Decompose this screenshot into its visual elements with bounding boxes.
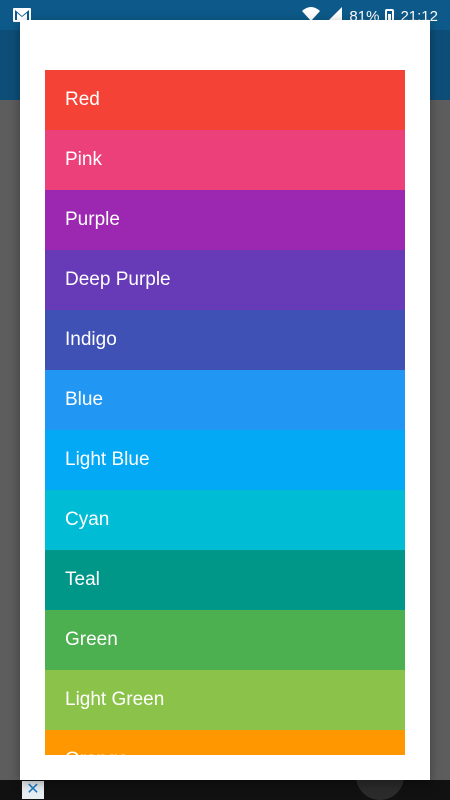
color-option-label: Blue bbox=[65, 389, 104, 410]
color-option-purple[interactable]: Purple bbox=[45, 190, 405, 250]
color-option-orange[interactable]: Orange bbox=[45, 730, 405, 755]
color-option-light-green[interactable]: Light Green bbox=[45, 670, 405, 730]
color-list[interactable]: Red Pink Purple Deep Purple Indigo Blue Light … bbox=[45, 70, 405, 755]
color-option-label: Cyan bbox=[65, 509, 110, 530]
color-option-label: Deep Purple bbox=[65, 269, 171, 290]
color-option-label: Purple bbox=[65, 209, 120, 230]
color-option-teal[interactable]: Teal bbox=[45, 550, 405, 610]
color-option-label: Green bbox=[65, 629, 118, 650]
color-picker-dialog: Red Pink Purple Deep Purple Indigo Blue Light … bbox=[20, 20, 430, 780]
color-option-label: Indigo bbox=[65, 329, 117, 350]
color-option-label: Light Blue bbox=[65, 449, 150, 470]
color-option-label: Orange bbox=[65, 749, 128, 755]
color-option-blue[interactable]: Blue bbox=[45, 370, 405, 430]
color-option-pink[interactable]: Pink bbox=[45, 130, 405, 190]
color-option-light-blue[interactable]: Light Blue bbox=[45, 430, 405, 490]
color-option-green[interactable]: Green bbox=[45, 610, 405, 670]
color-option-red[interactable]: Red bbox=[45, 70, 405, 130]
color-option-label: Light Green bbox=[65, 689, 165, 710]
color-option-cyan[interactable]: Cyan bbox=[45, 490, 405, 550]
color-option-deep-purple[interactable]: Deep Purple bbox=[45, 250, 405, 310]
color-option-label: Red bbox=[65, 89, 100, 110]
color-option-label: Pink bbox=[65, 149, 102, 170]
color-option-label: Teal bbox=[65, 569, 100, 590]
close-icon[interactable]: ✕ bbox=[22, 781, 44, 799]
color-option-indigo[interactable]: Indigo bbox=[45, 310, 405, 370]
